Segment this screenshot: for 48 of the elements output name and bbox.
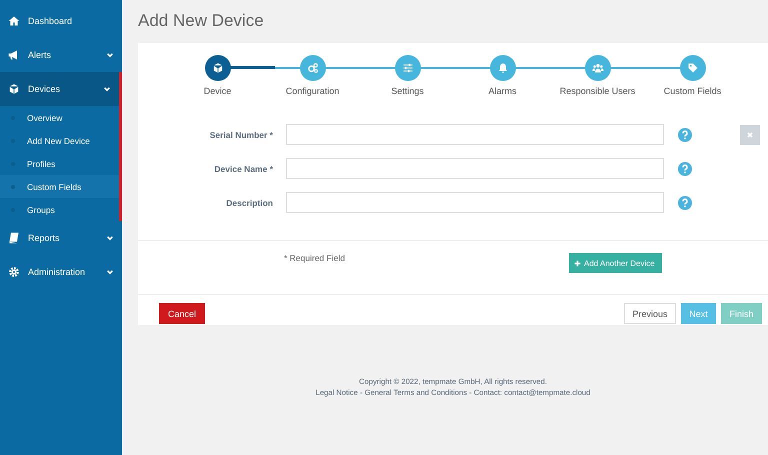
- home-icon: [8, 15, 20, 27]
- required-note: * Required Field: [284, 253, 346, 263]
- input-field[interactable]: [286, 124, 664, 145]
- nav-item[interactable]: Dashboard: [0, 4, 122, 38]
- step-label: Alarms: [488, 86, 516, 96]
- page-title: Add New Device: [138, 11, 265, 31]
- field-label: Serial Number *: [208, 130, 273, 140]
- field-label: Device Name *: [213, 164, 273, 174]
- submenu-item[interactable]: Add New Device: [0, 129, 119, 152]
- step-label: Settings: [391, 86, 424, 96]
- cube-icon: [212, 62, 224, 74]
- help-icon[interactable]: [678, 162, 692, 176]
- previous-button[interactable]: Previous: [624, 303, 676, 324]
- nav-item[interactable]: Alerts: [0, 38, 122, 72]
- input-field[interactable]: [286, 192, 664, 213]
- book-icon: [8, 232, 20, 244]
- nav-item[interactable]: Devices: [0, 72, 119, 106]
- submenu-item[interactable]: Groups: [0, 198, 119, 221]
- gear-icon: [8, 266, 20, 278]
- submenu-item[interactable]: Profiles: [0, 152, 119, 175]
- input-field[interactable]: [286, 158, 664, 179]
- megaphone-icon: [8, 49, 20, 61]
- step-label: Device: [204, 86, 232, 96]
- users-icon: [592, 62, 604, 74]
- step-label: Configuration: [286, 86, 340, 96]
- close-button[interactable]: [740, 125, 760, 145]
- submenu-item[interactable]: Overview: [0, 106, 119, 129]
- caret-icon: [103, 85, 111, 93]
- plus-icon: [574, 260, 581, 266]
- help-icon[interactable]: [678, 128, 692, 142]
- nav-item[interactable]: Reports: [0, 221, 122, 255]
- cancel-button[interactable]: Cancel: [159, 303, 205, 324]
- nav-item[interactable]: Administration: [0, 255, 122, 289]
- caret-icon: [106, 268, 114, 276]
- close-icon: [745, 130, 755, 140]
- tag-icon: [686, 62, 698, 74]
- field-label: Description: [225, 198, 273, 208]
- cube-icon: [8, 83, 20, 95]
- step-label: Responsible Users: [560, 86, 636, 96]
- caret-icon: [106, 51, 114, 59]
- submenu-item[interactable]: Custom Fields: [0, 175, 119, 198]
- caret-icon: [106, 234, 114, 242]
- bell-icon: [496, 62, 508, 74]
- sliders-icon: [402, 62, 414, 74]
- step-circle[interactable]: [204, 55, 230, 81]
- step-label: Custom Fields: [664, 86, 722, 96]
- gears-icon: [306, 62, 318, 74]
- help-icon[interactable]: [678, 196, 692, 210]
